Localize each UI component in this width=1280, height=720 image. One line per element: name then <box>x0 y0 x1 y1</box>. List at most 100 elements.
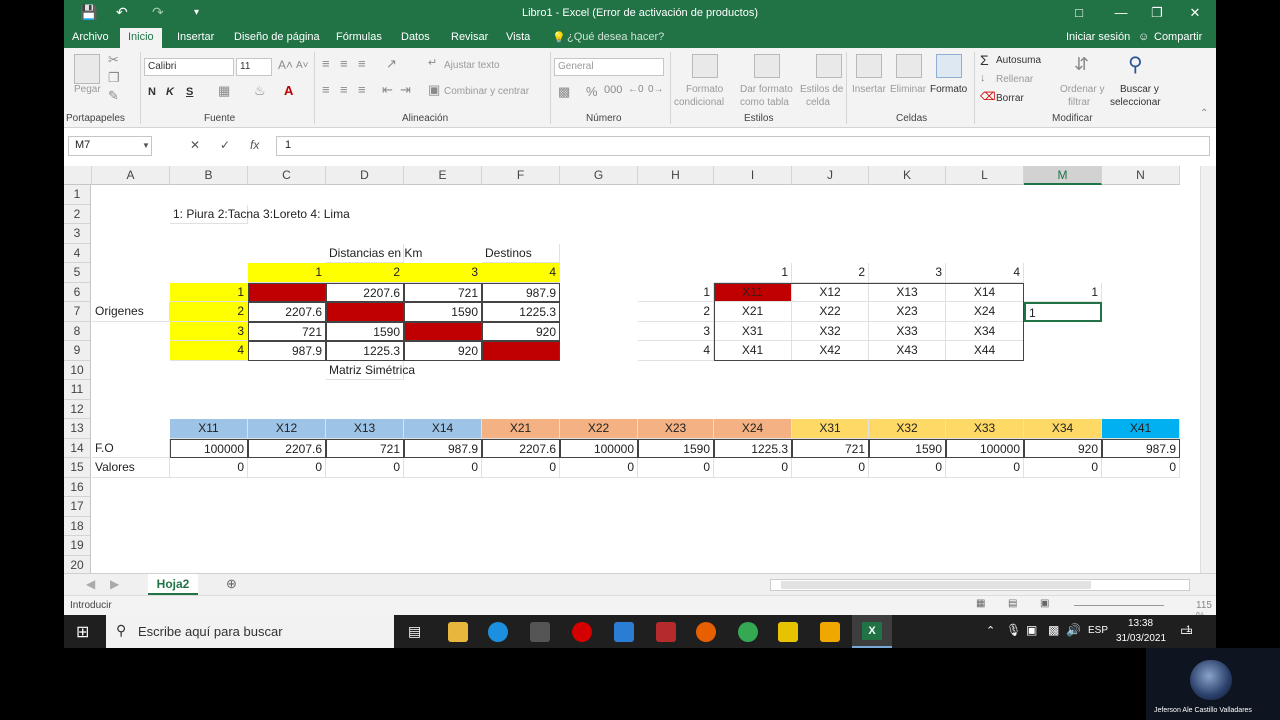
decision-variable-header[interactable]: X32 <box>869 419 946 439</box>
legend-text[interactable]: 1: Piura 2:Tacna 3:Loreto 4: Lima <box>170 204 350 224</box>
decrease-decimal-icon[interactable]: 0→ <box>648 84 664 95</box>
merge-icon[interactable]: ▣ <box>428 82 440 98</box>
align-top-icon[interactable]: ≡ <box>322 56 330 71</box>
row-header-8[interactable]: 8 <box>64 321 91 341</box>
winrar-icon[interactable] <box>656 622 676 642</box>
chrome-icon[interactable] <box>738 622 758 642</box>
format-painter-icon[interactable]: ✎ <box>108 88 119 104</box>
variable-cell[interactable]: X44 <box>946 341 1024 361</box>
align-center-icon[interactable]: ≡ <box>340 82 348 97</box>
italic-button[interactable]: K <box>166 86 174 98</box>
objective-coef-cell[interactable]: 987.9 <box>1102 438 1180 458</box>
tab-datos[interactable]: Datos <box>401 31 430 43</box>
percent-icon[interactable]: % <box>586 84 598 99</box>
distance-cell[interactable] <box>482 341 560 361</box>
objective-coef-cell[interactable]: 721 <box>792 438 869 458</box>
fill-button[interactable]: Rellenar <box>996 74 1033 85</box>
zoom-level[interactable]: 115 % <box>1196 600 1216 615</box>
distance-cell[interactable]: 987.9 <box>482 282 560 302</box>
column-header-g[interactable]: G <box>560 166 638 185</box>
cell-styles-label-2[interactable]: celda <box>806 97 830 108</box>
find-select-label-2[interactable]: seleccionar <box>1110 97 1161 108</box>
vertical-scrollbar[interactable] <box>1200 166 1216 573</box>
row-header-18[interactable]: 18 <box>64 516 91 536</box>
delete-cells-icon[interactable] <box>896 54 922 78</box>
clear-button[interactable]: Borrar <box>996 93 1024 104</box>
decision-variable-header[interactable]: X22 <box>560 419 638 439</box>
align-right-icon[interactable]: ≡ <box>358 82 366 97</box>
variable-cell[interactable]: X23 <box>869 302 946 322</box>
row-header-11[interactable]: 11 <box>64 380 91 400</box>
tray-expand-icon[interactable]: ⌃ <box>986 624 995 637</box>
active-cell-m7[interactable]: 1 <box>1024 302 1102 322</box>
row-header-17[interactable]: 17 <box>64 497 91 517</box>
column-header-n[interactable]: N <box>1102 166 1180 185</box>
comma-style-icon[interactable]: 000 <box>604 84 622 96</box>
align-bottom-icon[interactable]: ≡ <box>358 56 366 71</box>
var-row-header[interactable]: 3 <box>638 321 714 341</box>
name-box-dropdown-icon[interactable]: ▼ <box>142 141 150 150</box>
close-icon[interactable]: ✕ <box>1180 5 1210 21</box>
objective-coef-cell[interactable]: 2207.6 <box>482 438 560 458</box>
taskbar-search-box[interactable]: ⚲ Escribe aquí para buscar <box>106 615 394 648</box>
row-header-4[interactable]: 4 <box>64 243 91 263</box>
collapse-ribbon-icon[interactable]: ⌃ <box>1200 108 1208 119</box>
row-header-14[interactable]: 14 <box>64 438 91 458</box>
distance-cell[interactable]: 721 <box>404 282 482 302</box>
shrink-font-icon[interactable]: A˅ <box>296 60 309 71</box>
origin-header[interactable]: 4 <box>170 341 248 361</box>
decision-variable-header[interactable]: X24 <box>714 419 792 439</box>
distance-cell[interactable] <box>326 302 404 322</box>
row-header-3[interactable]: 3 <box>64 224 91 244</box>
dest-header[interactable]: 3 <box>404 263 482 283</box>
align-left-icon[interactable]: ≡ <box>322 82 330 97</box>
row-header-5[interactable]: 5 <box>64 263 91 283</box>
variable-cell[interactable]: X12 <box>792 282 869 302</box>
objective-coef-cell[interactable]: 1225.3 <box>714 438 792 458</box>
tab-inicio[interactable]: Inicio <box>120 28 162 48</box>
column-header-j[interactable]: J <box>792 166 869 185</box>
cut-icon[interactable]: ✂ <box>108 52 119 68</box>
row-header-20[interactable]: 20 <box>64 555 91 573</box>
excel-taskbar-button[interactable]: X <box>852 615 892 648</box>
delete-cells-button[interactable]: Eliminar <box>890 84 926 95</box>
variable-value-cell[interactable]: 0 <box>638 458 714 478</box>
column-header-c[interactable]: C <box>248 166 326 185</box>
store-icon[interactable] <box>530 622 550 642</box>
row-header-9[interactable]: 9 <box>64 341 91 361</box>
row-header-6[interactable]: 6 <box>64 282 91 302</box>
font-name-box[interactable]: Calibri <box>144 58 234 76</box>
tab-insertar[interactable]: Insertar <box>177 31 214 43</box>
fill-color-icon[interactable]: ♨ <box>254 83 266 99</box>
row-header-12[interactable]: 12 <box>64 399 91 419</box>
increase-decimal-icon[interactable]: ←0 <box>628 84 644 95</box>
row-header-1[interactable]: 1 <box>64 185 91 205</box>
fill-icon[interactable]: ↓ <box>980 72 986 84</box>
objective-coef-cell[interactable]: 1590 <box>869 438 946 458</box>
page-break-icon[interactable]: ▣ <box>1040 598 1049 609</box>
font-color-icon[interactable]: A <box>284 83 293 98</box>
origin-header[interactable]: 2 <box>170 302 248 322</box>
insert-cells-button[interactable]: Insertar <box>852 84 886 95</box>
dest-header[interactable]: 1 <box>248 263 326 283</box>
distance-cell[interactable]: 920 <box>482 321 560 341</box>
clock-time[interactable]: 13:38 <box>1128 618 1153 629</box>
objective-coef-cell[interactable]: 987.9 <box>404 438 482 458</box>
variable-cell[interactable]: X21 <box>714 302 792 322</box>
decision-variable-header[interactable]: X12 <box>248 419 326 439</box>
cond-format-label-1[interactable]: Formato <box>686 84 723 95</box>
column-header-f[interactable]: F <box>482 166 560 185</box>
sheet-tab-hoja2[interactable]: Hoja2 <box>148 574 198 595</box>
distance-cell[interactable] <box>404 321 482 341</box>
format-table-icon[interactable] <box>754 54 780 78</box>
distance-cell[interactable]: 1590 <box>404 302 482 322</box>
variable-value-cell[interactable]: 0 <box>404 458 482 478</box>
signin-link[interactable]: Iniciar sesión <box>1066 31 1130 43</box>
row-header-13[interactable]: 13 <box>64 419 91 439</box>
grow-font-icon[interactable]: A˄ <box>278 58 293 72</box>
task-view-icon[interactable]: ▤ <box>408 623 421 640</box>
microphone-icon[interactable]: 🎙 <box>1006 623 1021 637</box>
sort-filter-label-1[interactable]: Ordenar y <box>1060 84 1104 95</box>
variable-cell[interactable]: X32 <box>792 321 869 341</box>
row-header-2[interactable]: 2 <box>64 204 91 224</box>
